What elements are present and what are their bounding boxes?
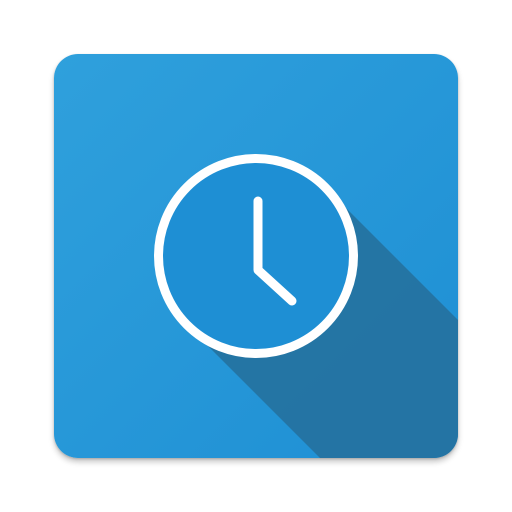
- clock-icon: [54, 54, 458, 458]
- clock-app-icon[interactable]: [54, 54, 458, 458]
- screen: [0, 0, 512, 512]
